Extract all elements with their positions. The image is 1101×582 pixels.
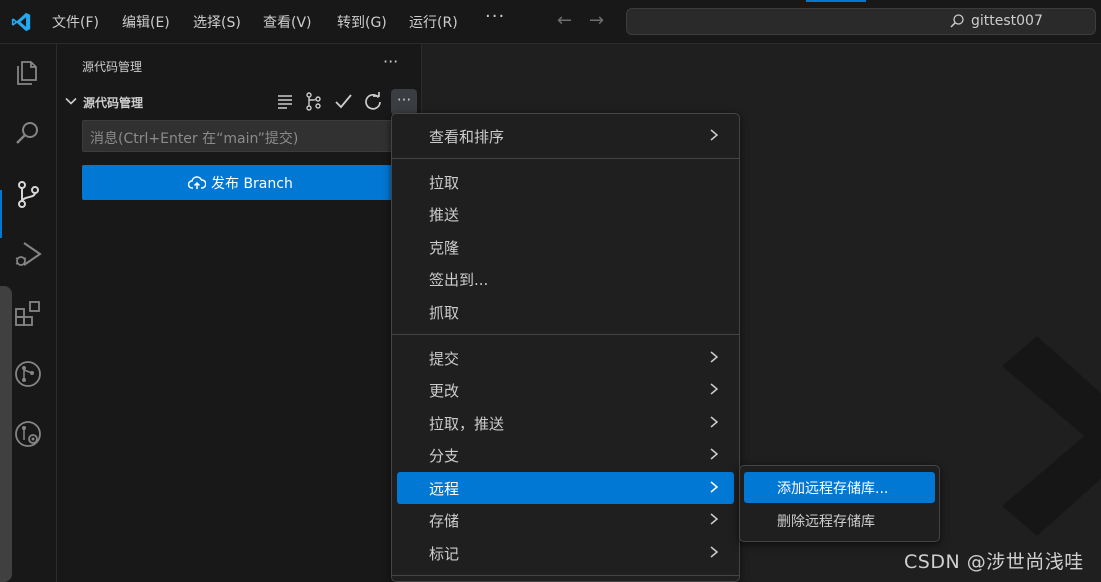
refresh-icon[interactable] (363, 91, 383, 111)
menu-item-checkout[interactable]: 签出到... (397, 264, 734, 294)
menu-item-label: 抓取 (429, 304, 460, 322)
sidebar-more-button[interactable]: ··· (383, 52, 398, 71)
search-icon[interactable] (12, 117, 44, 149)
sidebar-title: 源代码管理 (82, 60, 143, 74)
more-actions-button[interactable]: ··· (391, 89, 417, 115)
menu-item-pull-push[interactable]: 拉取，推送 (397, 408, 734, 438)
explorer-icon[interactable] (12, 56, 44, 88)
menu-item-label: 推送 (429, 206, 460, 224)
branch-graph-icon[interactable] (303, 91, 323, 111)
git-graph-icon[interactable] (12, 358, 44, 390)
commit-message-input[interactable]: 消息(Ctrl+Enter 在“main”提交) (82, 120, 402, 152)
submenu-item-label: 删除远程存储库 (777, 514, 875, 530)
active-view-indicator (0, 190, 2, 238)
publish-button-content: 发布 Branch (188, 173, 293, 193)
forward-arrow-icon[interactable]: → (589, 10, 604, 31)
menu-item-label: 签出到... (429, 271, 489, 289)
submenu-item-label: 添加远程存储库... (777, 481, 889, 497)
commit-message-placeholder: 消息(Ctrl+Enter 在“main”提交) (90, 131, 299, 147)
command-center-text: gittest007 (971, 13, 1043, 29)
menu-item-push[interactable]: 推送 (397, 199, 734, 229)
chevron-right-icon (710, 383, 719, 395)
chevron-right-icon (710, 448, 719, 460)
back-arrow-icon[interactable]: ← (557, 10, 572, 31)
chevron-right-icon (710, 351, 719, 363)
chevron-right-icon (710, 129, 719, 141)
menu-item-pull[interactable]: 拉取 (397, 167, 734, 197)
run-debug-icon[interactable] (12, 238, 44, 270)
menu-item-tags[interactable]: 标记 (397, 538, 734, 568)
menu-item-commit[interactable]: 提交 (397, 343, 734, 373)
menu-item-label: 更改 (429, 382, 460, 400)
remote-submenu: 添加远程存储库... 删除远程存储库 (739, 465, 940, 542)
section-title[interactable]: 源代码管理 (83, 94, 143, 111)
submenu-item-add-remote[interactable]: 添加远程存储库... (744, 472, 935, 503)
menu-item-fetch[interactable]: 抓取 (397, 297, 734, 327)
view-as-list-icon[interactable] (275, 91, 295, 111)
menu-separator (392, 334, 739, 335)
context-menu: 查看和排序 拉取 推送 克隆 签出到... 抓取 提交 更改 拉取，推送 分支 … (391, 113, 740, 582)
menu-selection[interactable]: 选择(S) (193, 12, 241, 32)
remote-explorer-icon[interactable] (12, 418, 44, 450)
menu-separator (392, 158, 739, 159)
menu-item-remote[interactable]: 远程 (397, 472, 734, 504)
menu-run[interactable]: 运行(R) (409, 12, 458, 32)
vscode-watermark-logo (1002, 336, 1101, 536)
source-control-icon[interactable] (12, 178, 44, 210)
publish-branch-label: 发布 Branch (211, 176, 293, 192)
menu-view[interactable]: 查看(V) (263, 12, 312, 32)
menu-item-label: 存储 (429, 512, 460, 530)
menu-go[interactable]: 转到(G) (337, 12, 387, 32)
chevron-right-icon (710, 416, 719, 428)
csdn-watermark: CSDN @涉世尚浅哇 (904, 551, 1084, 573)
menu-item-label: 拉取 (429, 174, 460, 192)
command-center[interactable]: gittest007 (626, 8, 1096, 35)
chevron-right-icon (710, 513, 719, 525)
menu-item-label: 克隆 (429, 239, 460, 257)
source-control-sidebar: 源代码管理 ··· 源代码管理 ··· 消息(Ctrl+Enter 在“main… (57, 44, 422, 582)
publish-branch-button[interactable]: 发布 Branch (82, 165, 402, 200)
menu-edit[interactable]: 编辑(E) (122, 12, 170, 32)
menu-item-branch[interactable]: 分支 (397, 440, 734, 470)
chevron-down-icon[interactable] (64, 94, 78, 108)
chevron-right-icon (710, 546, 719, 558)
menu-item-label: 拉取，推送 (429, 415, 505, 433)
title-bar: 文件(F) 编辑(E) 选择(S) 查看(V) 转到(G) 运行(R) ··· … (0, 0, 1101, 44)
cloud-upload-icon (188, 176, 206, 189)
menu-item-stash[interactable]: 存储 (397, 505, 734, 535)
menu-file[interactable]: 文件(F) (52, 12, 99, 32)
chevron-right-icon (710, 481, 719, 493)
menu-item-view-sort[interactable]: 查看和排序 (397, 121, 734, 151)
overlay-scroll-handle (0, 286, 12, 582)
vscode-logo-icon[interactable] (10, 11, 32, 33)
menu-more-button[interactable]: ··· (485, 6, 505, 27)
menu-item-changes[interactable]: 更改 (397, 375, 734, 405)
menu-item-clone[interactable]: 克隆 (397, 232, 734, 262)
menu-item-label: 标记 (429, 545, 460, 563)
active-tab-indicator (806, 0, 866, 2)
menu-item-label: 提交 (429, 350, 460, 368)
commit-check-icon[interactable] (333, 91, 353, 111)
menu-item-label: 查看和排序 (429, 128, 505, 146)
submenu-item-remove-remote[interactable]: 删除远程存储库 (744, 505, 935, 536)
search-icon (950, 14, 964, 28)
menu-item-label: 分支 (429, 447, 460, 465)
menu-separator (392, 575, 739, 576)
extensions-icon[interactable] (12, 298, 44, 330)
menu-item-label: 远程 (429, 480, 460, 498)
